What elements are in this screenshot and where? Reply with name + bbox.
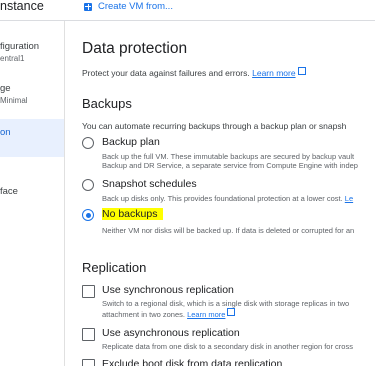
section-title-backups: Backups xyxy=(82,96,132,111)
snapshot-learn-more-link[interactable]: Le xyxy=(345,194,353,203)
create-vm-from-button[interactable]: Create VM from... xyxy=(84,1,173,12)
sidebar-item-label: face xyxy=(0,186,18,197)
sidebar-item-label: on xyxy=(0,127,11,138)
snapshot-schedules-desc: Back up disks only. This provides founda… xyxy=(102,194,353,203)
sync-replication-label: Use synchronous replication xyxy=(102,284,234,296)
sidebar-item-configuration[interactable]: figuration entral1 xyxy=(0,41,64,65)
sidebar-item-storage[interactable]: ge Minimal xyxy=(0,83,64,107)
backup-plan-desc-line1: Back up the full VM. These immutable bac… xyxy=(102,152,355,161)
side-navigation: figuration entral1 ge Minimal on face xyxy=(0,21,65,366)
backup-plan-desc-line2: Backup and DR Service, a separate servic… xyxy=(102,161,358,170)
backup-plan-label: Backup plan xyxy=(102,136,160,148)
snapshot-desc-text: Back up disks only. This provides founda… xyxy=(102,194,343,203)
no-backups-radio[interactable] xyxy=(82,209,94,221)
sync-desc-text: attachment in two zones. xyxy=(102,310,185,319)
create-vm-icon xyxy=(84,2,92,11)
sync-learn-more-link[interactable]: Learn more xyxy=(187,310,225,319)
sidebar-item-interface[interactable]: face xyxy=(0,186,64,198)
sync-replication-checkbox[interactable] xyxy=(82,285,95,298)
snapshot-schedules-radio[interactable] xyxy=(82,179,94,191)
section-title-replication: Replication xyxy=(82,260,147,275)
sidebar-item-sub: Minimal xyxy=(0,96,28,105)
exclude-boot-disk-label: Exclude boot disk from data replication xyxy=(102,358,283,366)
backup-plan-radio[interactable] xyxy=(82,137,94,149)
learn-more-link[interactable]: Learn more xyxy=(252,68,295,78)
sync-replication-desc-line2: attachment in two zones. Learn more xyxy=(102,308,236,319)
async-replication-checkbox[interactable] xyxy=(82,328,95,341)
sidebar-item-label: ge xyxy=(0,83,11,94)
sidebar-item-data-protection[interactable]: on xyxy=(0,119,64,157)
main-content: Data protection Protect your data agains… xyxy=(82,21,375,366)
no-backups-label-text: No backups xyxy=(102,208,164,220)
description-text: Protect your data against failures and e… xyxy=(82,68,250,78)
external-link-icon xyxy=(227,308,236,316)
snapshot-schedules-label: Snapshot schedules xyxy=(102,178,197,190)
top-bar: nstance Create VM from... xyxy=(0,0,375,21)
section-title-data-protection: Data protection xyxy=(82,40,188,57)
sync-replication-desc-line1: Switch to a regional disk, which is a si… xyxy=(102,299,350,308)
sidebar-item-sub: entral1 xyxy=(0,54,25,63)
async-replication-label: Use asynchronous replication xyxy=(102,327,240,339)
external-link-icon xyxy=(297,67,306,75)
exclude-boot-disk-checkbox[interactable] xyxy=(82,359,95,366)
data-protection-description: Protect your data against failures and e… xyxy=(82,67,306,78)
async-replication-desc: Replicate data from one disk to a second… xyxy=(102,342,353,351)
no-backups-desc: Neither VM nor disks will be backed up. … xyxy=(102,226,355,235)
page-title: nstance xyxy=(0,0,44,13)
backups-description: You can automate recurring backups throu… xyxy=(82,121,347,131)
create-vm-label: Create VM from... xyxy=(98,1,173,12)
sidebar-item-label: figuration xyxy=(0,41,40,52)
no-backups-label: No backups xyxy=(102,208,164,220)
